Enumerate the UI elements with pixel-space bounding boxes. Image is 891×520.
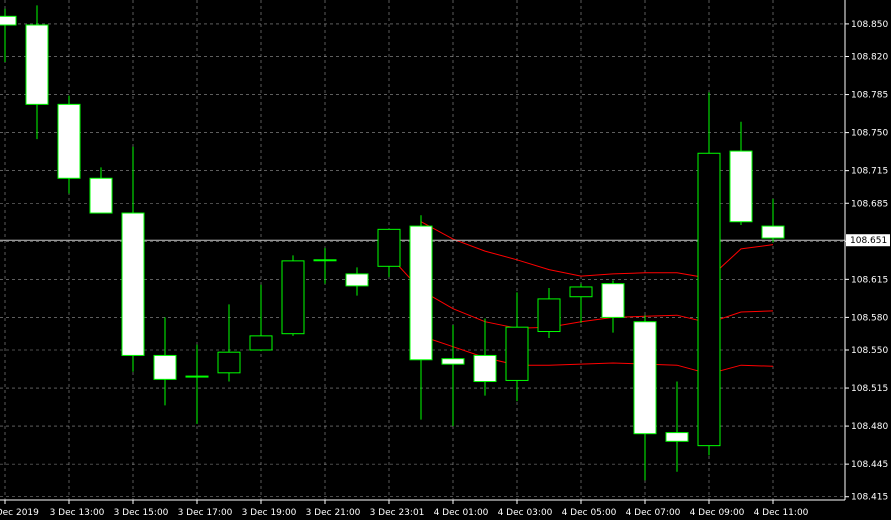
y-tick-label: 108.480 — [851, 422, 888, 432]
candle-body — [313, 259, 337, 262]
y-tick-label: 108.685 — [851, 199, 888, 209]
y-tick-label: 108.785 — [851, 91, 888, 101]
y-tick-label: 108.715 — [851, 167, 888, 177]
y-tick-label: 108.615 — [851, 275, 888, 285]
x-tick-label: 3 Dec 13:00 — [50, 508, 105, 518]
candle-body — [217, 351, 241, 374]
candle-body — [633, 321, 657, 435]
x-tick-label: 4 Dec 03:00 — [498, 508, 553, 518]
candle-body — [601, 283, 625, 318]
current-price-tag: 108.651 — [846, 234, 890, 247]
y-tick-label: 108.820 — [851, 53, 888, 63]
candle-body — [409, 225, 433, 361]
candle-body — [185, 375, 209, 378]
candle-body — [89, 177, 113, 214]
x-tick-label: 4 Dec 09:00 — [690, 508, 745, 518]
x-tick-label: 4 Dec 11:00 — [754, 508, 809, 518]
y-tick-label: 108.750 — [851, 129, 888, 139]
y-tick-label: 108.445 — [851, 460, 888, 470]
x-tick-label: 4 Dec 01:00 — [434, 508, 489, 518]
candle-body — [249, 335, 273, 351]
x-tick-label: 4 Dec 07:00 — [626, 508, 681, 518]
candle-body — [57, 103, 81, 179]
candle-body — [729, 150, 753, 223]
candle-body — [0, 15, 17, 26]
y-tick-label: 108.515 — [851, 384, 888, 394]
x-tick-label: 4 Dec 05:00 — [562, 508, 617, 518]
candlestick-chart: 108.850 108.820 108.785 108.750 108.715 108.6… — [0, 0, 891, 520]
candle-body — [153, 354, 177, 380]
x-tick-label: 3 Dec 15:00 — [114, 508, 169, 518]
y-tick-label: 108.580 — [851, 313, 888, 323]
candle-body — [537, 298, 561, 333]
y-tick-label: 108.850 — [851, 20, 888, 30]
candle-body — [569, 286, 593, 298]
candle-body — [345, 273, 369, 287]
y-tick-label: 108.415 — [851, 493, 888, 503]
x-tick-label: 3 Dec 23:01 — [370, 508, 425, 518]
x-tick-label: 3 Dec 2019 — [0, 508, 39, 518]
candle-body — [441, 358, 465, 365]
current-price-label: 108.651 — [850, 236, 887, 246]
candle-body — [761, 225, 785, 239]
x-tick-label: 3 Dec 21:00 — [306, 508, 361, 518]
candle-body — [281, 260, 305, 335]
candle-body — [505, 326, 529, 381]
candle-body — [697, 152, 721, 447]
x-tick-label: 3 Dec 19:00 — [242, 508, 297, 518]
y-tick-label: 108.550 — [851, 346, 888, 356]
candle-body — [665, 432, 689, 442]
candle-body — [377, 228, 401, 267]
x-tick-label: 3 Dec 17:00 — [178, 508, 233, 518]
candle-body — [25, 24, 49, 105]
candle-body — [473, 354, 497, 383]
candle-body — [121, 212, 145, 356]
